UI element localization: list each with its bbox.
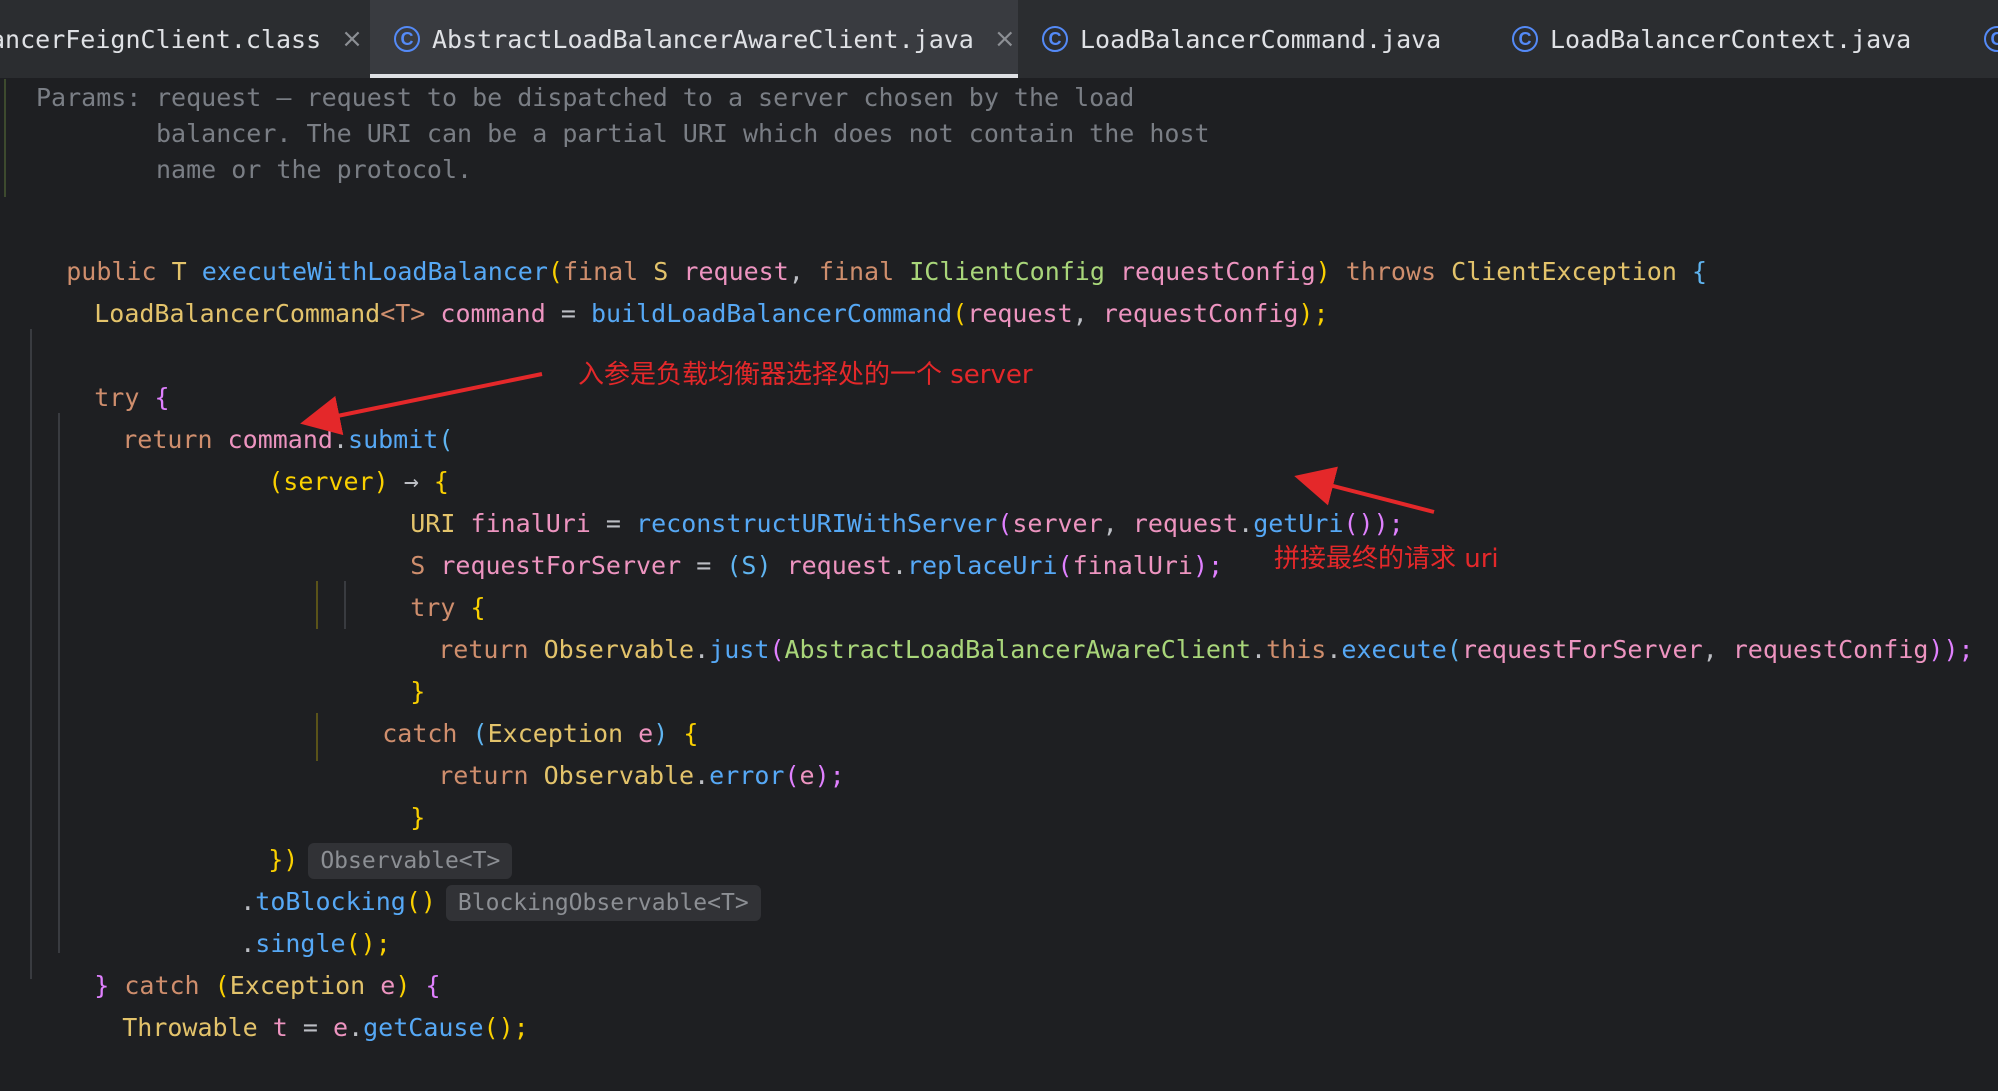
tab-label: LoadBalancerContext.java — [1550, 24, 1912, 54]
doc-line-2: balancer. The URI can be a partial URI w… — [156, 119, 1210, 148]
close-icon[interactable]: × — [994, 24, 1016, 54]
class-icon: C — [1512, 26, 1538, 52]
code-editor[interactable]: Params: request – request to be dispatch… — [0, 79, 1998, 1042]
tab-load-balancer-context[interactable]: C LoadBalancerContext.java — [1512, 0, 1911, 78]
doc-line-1: request – request to be dispatched to a … — [156, 83, 1135, 112]
annotation-final-uri: 拼接最终的请求 uri — [1274, 544, 1499, 574]
indent-guide — [316, 581, 318, 629]
tab-label: AbstractLoadBalancerAwareClient.java — [432, 24, 974, 54]
class-icon: C — [394, 26, 420, 52]
doc-line-3: name or the protocol. — [156, 155, 473, 184]
tab-load-balancer-command[interactable]: C LoadBalancerCommand.java — [1042, 0, 1441, 78]
type-hint: BlockingObservable<T> — [445, 885, 761, 921]
indent-guide — [344, 581, 346, 629]
annotation-server-param: 入参是负载均衡器选择处的一个 server — [578, 360, 1033, 390]
tab-label: LoadBalancerCommand.java — [1080, 24, 1442, 54]
tab-feign-client-class[interactable]: ancerFeignClient.class × — [0, 0, 363, 78]
class-icon: C — [1984, 26, 1998, 52]
class-icon: C — [1042, 26, 1068, 52]
active-tab-indicator — [370, 74, 1018, 78]
tab-abstract-load-balancer-aware-client[interactable]: C AbstractLoadBalancerAwareClient.java × — [370, 0, 1018, 78]
editor-tab-bar: ancerFeignClient.class × C AbstractLoadB… — [0, 0, 1998, 79]
code-line-throwable: Throwable t = e.getCause(); — [122, 1013, 529, 1042]
doc-comment-bar — [4, 79, 6, 197]
tab-overflow[interactable]: C — [1984, 0, 1998, 78]
indent-guide — [58, 413, 60, 953]
indent-guide — [30, 329, 32, 979]
indent-guide — [316, 713, 318, 761]
tab-label: ancerFeignClient.class — [0, 24, 322, 54]
close-icon[interactable]: × — [341, 24, 363, 54]
doc-params-label: Params: — [36, 83, 142, 112]
